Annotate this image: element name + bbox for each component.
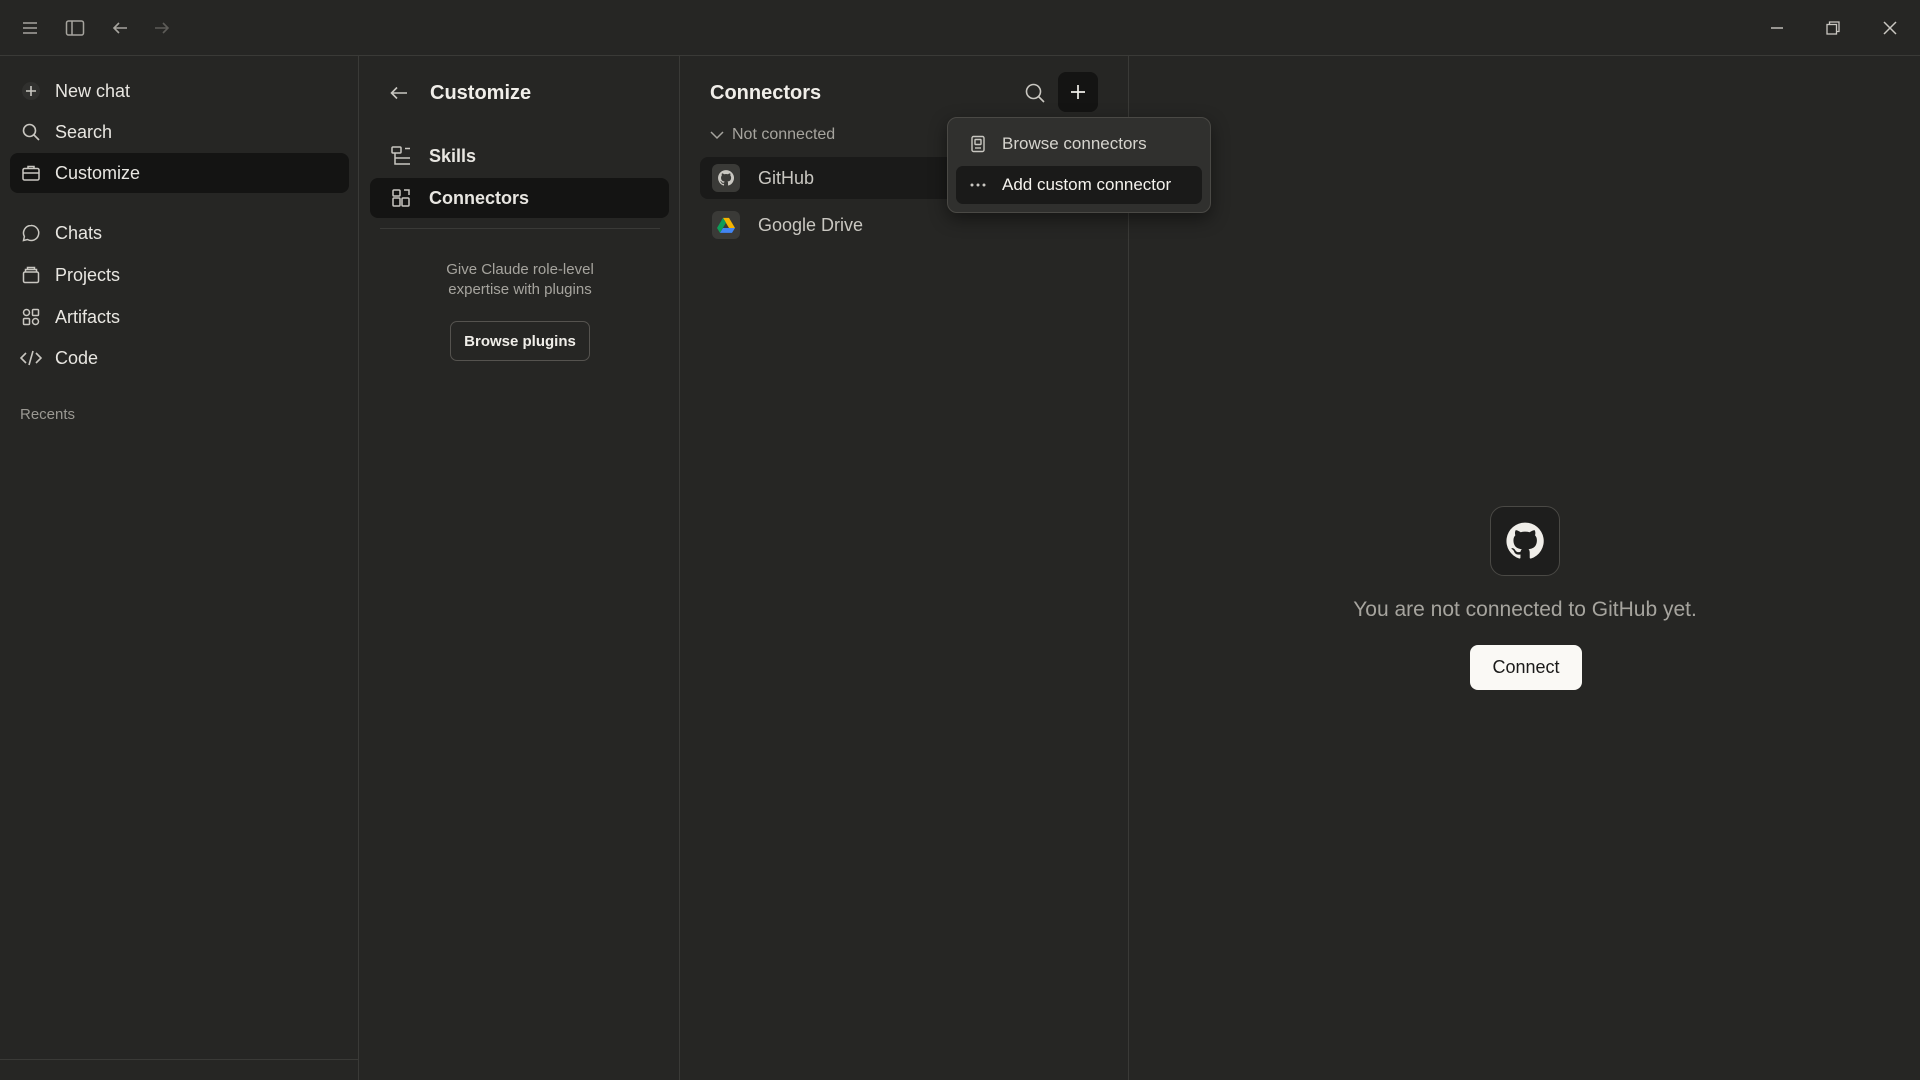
sidebar-item-label: Customize: [55, 162, 141, 183]
sidebar-item-artifacts[interactable]: Artifacts: [10, 297, 349, 337]
sidebar-footer-divider: [0, 1059, 359, 1080]
google-drive-icon: [712, 211, 740, 239]
chat-bubble-icon: [20, 222, 42, 244]
customize-title: Customize: [430, 82, 532, 104]
github-icon: [712, 164, 740, 192]
customize-item-label: Skills: [429, 145, 477, 166]
sidebar-item-label: Projects: [55, 264, 121, 285]
sidebar-item-projects[interactable]: Projects: [10, 255, 349, 295]
title-bar: [0, 0, 1920, 56]
not-connected-message: You are not connected to GitHub yet.: [1353, 598, 1697, 621]
add-connector-button[interactable]: [1058, 72, 1098, 112]
sidebar-item-code[interactable]: Code: [10, 338, 349, 378]
forward-arrow-icon[interactable]: [148, 14, 176, 42]
customize-item-label: Connectors: [429, 187, 530, 208]
back-arrow-icon[interactable]: [386, 80, 412, 106]
sidebar-item-customize[interactable]: Customize: [10, 153, 349, 193]
plus-icon: [20, 80, 42, 102]
code-icon: [20, 347, 42, 369]
customize-item-connectors[interactable]: Connectors: [370, 178, 669, 218]
new-chat-button[interactable]: New chat: [10, 71, 349, 111]
plugins-description: Give Claude role-level expertise with pl…: [360, 260, 680, 300]
ellipsis-icon: [968, 175, 988, 195]
back-arrow-icon[interactable]: [106, 14, 134, 42]
connector-label: Google Drive: [758, 214, 864, 235]
plugins-description-line-2: expertise with plugins: [448, 281, 592, 298]
customize-panel: Customize Skills Connectors Give Claude …: [360, 56, 680, 1080]
search-icon[interactable]: [1020, 78, 1050, 108]
connector-label: GitHub: [758, 167, 815, 188]
connect-button[interactable]: Connect: [1470, 645, 1582, 690]
sidebar-item-label: Chats: [55, 222, 103, 243]
briefcase-icon: [20, 162, 42, 184]
sidebar-item-label: New chat: [55, 80, 131, 101]
plugins-description-line-1: Give Claude role-level: [446, 261, 594, 278]
sidebar-item-label: Search: [55, 121, 113, 142]
menu-icon[interactable]: [16, 14, 44, 42]
sidebar-item-label: Artifacts: [55, 306, 121, 327]
menu-item-label: Browse connectors: [1002, 134, 1147, 153]
minimize-icon[interactable]: [1763, 14, 1791, 42]
not-connected-group-toggle[interactable]: Not connected: [708, 126, 835, 144]
close-icon[interactable]: [1876, 14, 1904, 42]
sidebar: New chat Search Customize Chats Projects…: [0, 56, 359, 1080]
divider: [380, 228, 660, 229]
connector-detail-panel: You are not connected to GitHub yet. Con…: [1130, 56, 1920, 1080]
github-logo-tile: [1490, 506, 1560, 576]
sidebar-item-chats[interactable]: Chats: [10, 213, 349, 253]
skills-icon: [390, 145, 412, 167]
group-label: Not connected: [732, 126, 836, 143]
plus-icon: [1071, 85, 1085, 99]
artifacts-grid-icon: [20, 306, 42, 328]
search-icon: [20, 121, 42, 143]
sidebar-item-search[interactable]: Search: [10, 112, 349, 152]
restore-icon[interactable]: [1819, 14, 1847, 42]
sidebar-toggle-icon[interactable]: [61, 14, 89, 42]
sidebar-item-label: Code: [55, 347, 99, 368]
recents-heading: Recents: [20, 406, 76, 423]
folder-stack-icon: [20, 264, 42, 286]
connectors-icon: [390, 187, 412, 209]
browse-plugins-button[interactable]: Browse plugins: [450, 321, 590, 361]
book-icon: [968, 134, 988, 154]
customize-item-skills[interactable]: Skills: [370, 136, 669, 176]
chevron-down-icon: [710, 131, 724, 140]
github-icon: [1506, 522, 1544, 559]
connectors-title: Connectors: [710, 82, 822, 104]
